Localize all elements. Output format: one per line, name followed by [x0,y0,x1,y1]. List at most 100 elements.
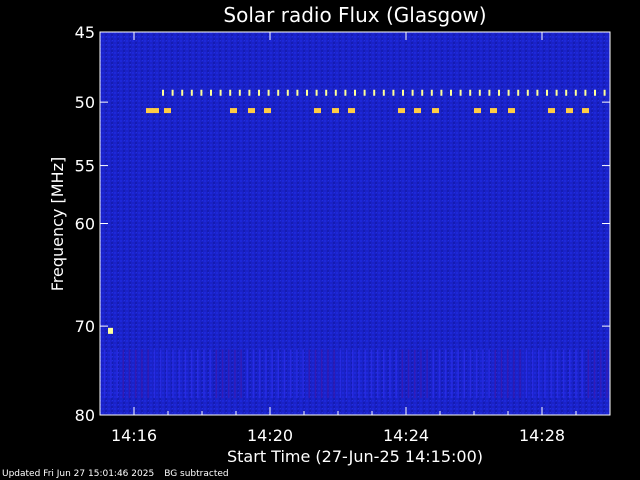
striation [445,349,447,399]
burst-lower [332,108,339,114]
burst-upper [450,89,452,96]
striation [358,349,360,399]
striation [265,349,267,399]
striation [569,349,571,399]
burst-upper [498,89,500,96]
burst-upper [181,89,184,96]
burst-lower [582,108,589,114]
striation [277,349,280,399]
striation [395,349,397,399]
burst-upper [363,89,366,96]
burst-lower [264,108,271,114]
striation [606,349,608,399]
burst-upper [334,89,337,96]
striation [414,349,416,399]
striation [519,349,521,399]
y-axis-label: Frequency [MHz] [48,157,67,291]
burst-upper [603,89,606,96]
burst-upper [555,89,558,96]
striation [321,349,323,399]
striation [438,349,441,399]
striation [308,349,311,399]
burst-lower [348,108,355,114]
striation [178,349,180,399]
striation [345,349,348,399]
striation [383,349,385,399]
striation [469,349,472,399]
plot-area [100,32,610,415]
striation [463,349,466,399]
burst-upper [238,89,241,96]
striation [240,349,242,399]
striation [203,349,205,399]
striation [600,349,602,399]
striation [339,349,342,399]
striation [432,349,435,399]
y-tick-label: 70 [75,317,95,336]
striation [141,349,143,399]
x-tick-label: 14:20 [247,426,293,445]
striation [587,349,590,399]
burst-upper [315,89,318,96]
striation [135,349,137,399]
y-tick-label: 45 [75,23,95,42]
burst-upper [478,89,481,96]
striation [525,349,528,399]
striation [352,349,354,399]
burst-upper [373,89,376,96]
burst-lower [230,108,237,114]
burst-upper [430,89,433,96]
burst-lower [164,108,171,114]
striation [314,349,317,399]
y-tick-label: 50 [75,93,95,112]
striation [116,349,118,399]
striation [544,349,546,399]
burst-upper [306,89,308,96]
bg-note: BG subtracted [164,469,229,479]
striation [370,349,373,399]
burst-upper [248,89,251,96]
burst-upper [392,89,395,96]
x-tick-label: 14:16 [111,426,157,445]
striation [333,349,335,399]
y-tick-label: 80 [75,406,95,425]
burst-upper [469,89,472,96]
burst-upper [574,89,577,96]
burst-upper [507,89,510,96]
striation [184,349,187,399]
striation [562,349,565,399]
striation [407,349,410,399]
burst-upper [488,89,491,96]
burst-upper [162,89,164,96]
x-tick-label: 14:24 [383,426,429,445]
burst-lower [152,108,159,114]
burst-upper [382,89,385,96]
striation [593,349,596,399]
burst-lower [248,108,255,114]
burst-upper [536,89,539,96]
burst-lower [146,108,153,114]
striation [147,349,149,399]
striation [122,349,125,399]
footer: Updated Fri Jun 27 15:01:46 2025 BG subtr… [2,469,239,480]
burst-upper [459,89,462,96]
striation [531,349,534,399]
burst-upper [421,89,424,96]
burst-lower [548,108,555,114]
striation [290,349,292,399]
burst-lower [508,108,515,114]
burst-upper [296,89,299,96]
burst-spot [108,327,113,334]
striation [259,349,261,399]
striation [482,349,484,399]
striation [190,349,193,399]
striation [420,349,422,399]
striation [451,349,453,399]
burst-lower [314,108,321,114]
striation [153,349,156,399]
burst-lower [474,108,481,114]
y-tick-label: 55 [75,157,95,176]
burst-lower [432,108,439,114]
striation [128,349,131,399]
burst-lower [398,108,405,114]
